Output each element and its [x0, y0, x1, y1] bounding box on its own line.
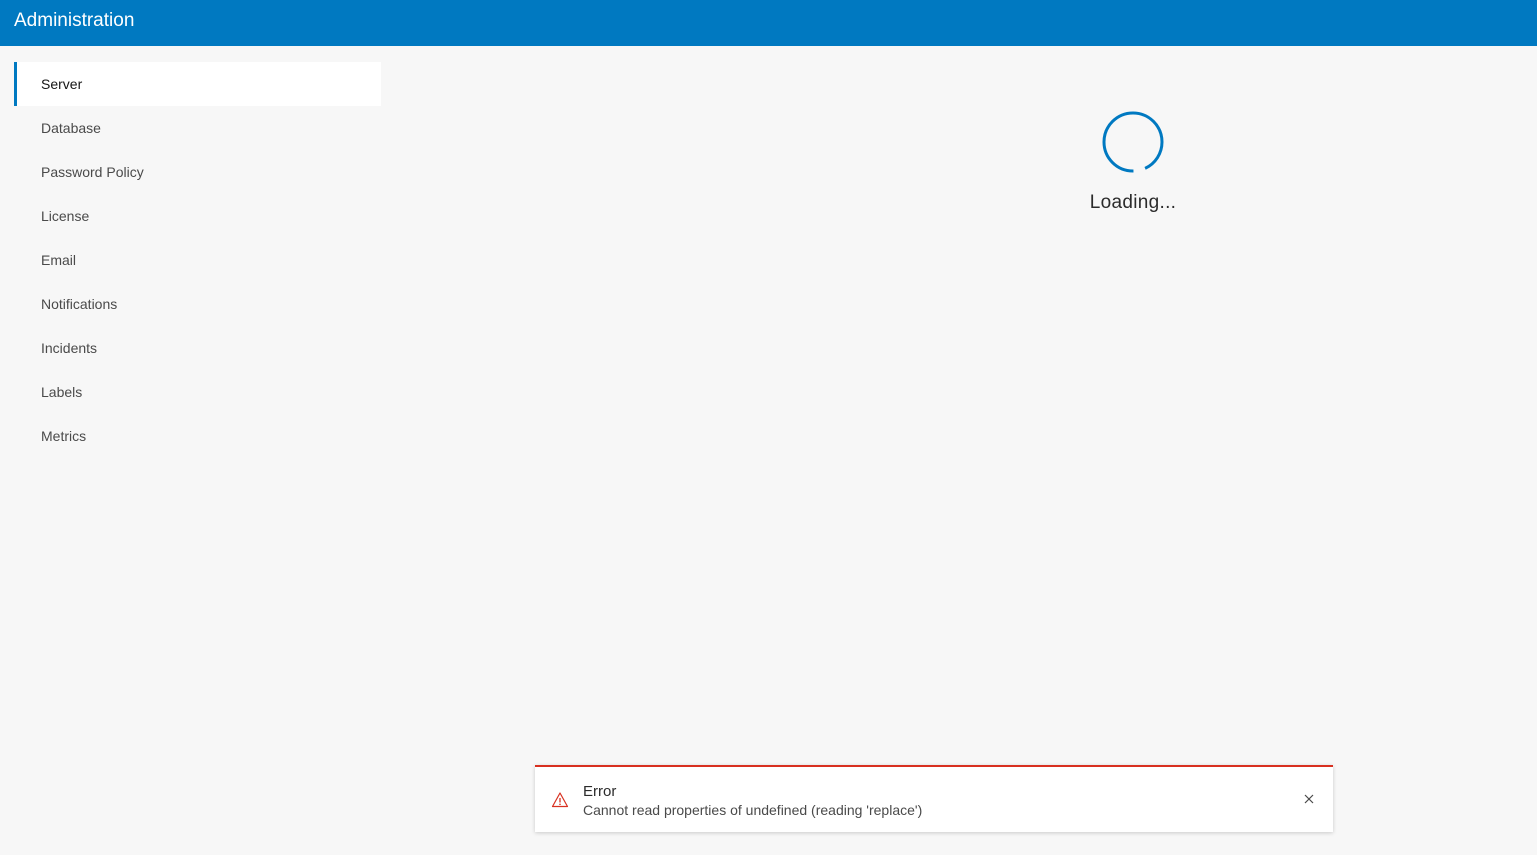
- sidebar-item-license[interactable]: License: [14, 194, 381, 238]
- app-header: Administration: [0, 0, 1537, 46]
- sidebar-nav: Server Database Password Policy License …: [14, 62, 381, 458]
- error-toast: Error Cannot read properties of undefine…: [535, 765, 1333, 832]
- sidebar-item-incidents[interactable]: Incidents: [14, 326, 381, 370]
- close-icon[interactable]: [1303, 793, 1315, 805]
- sidebar-item-notifications[interactable]: Notifications: [14, 282, 381, 326]
- sidebar-item-labels[interactable]: Labels: [14, 370, 381, 414]
- sidebar-item-server[interactable]: Server: [14, 62, 381, 106]
- loading-spinner-icon: [1102, 111, 1164, 173]
- toast-title: Error: [583, 783, 617, 800]
- sidebar-item-database[interactable]: Database: [14, 106, 381, 150]
- sidebar-item-password-policy[interactable]: Password Policy: [14, 150, 381, 194]
- warning-triangle-icon: [551, 792, 569, 808]
- main-content: Loading...: [381, 46, 1537, 855]
- toast-message: Cannot read properties of undefined (rea…: [583, 802, 923, 818]
- app-title: Administration: [14, 10, 135, 31]
- loading-text: Loading...: [1089, 192, 1177, 213]
- sidebar-item-metrics[interactable]: Metrics: [14, 414, 381, 458]
- sidebar-item-email[interactable]: Email: [14, 238, 381, 282]
